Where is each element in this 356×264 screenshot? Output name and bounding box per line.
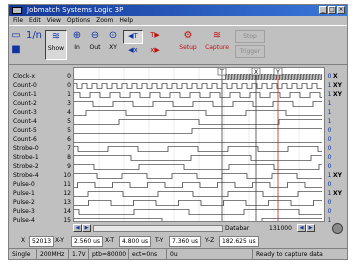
title-bar: Jobmatch Systems Logic 3P _ □ × — [9, 5, 347, 16]
x-label: X — [21, 237, 26, 244]
status-pos: 0u — [167, 249, 253, 260]
one-to-n-icon: 1/n — [25, 30, 43, 41]
cursor-x-left-button[interactable]: ◀x — [123, 45, 143, 58]
arrow-left-icon: ◀x — [128, 46, 138, 54]
waveform-trace — [74, 101, 322, 107]
waveform-trace — [224, 74, 322, 80]
trigger-button[interactable]: Trigger — [235, 45, 265, 58]
waveform-trace — [74, 209, 322, 215]
status-ect: ect=0ns — [129, 249, 167, 260]
window-title: Jobmatch Systems Logic 3P — [27, 6, 124, 14]
menu-zoom[interactable]: Zoom — [96, 17, 113, 24]
zoom-in-button[interactable]: ⊕ In — [69, 30, 85, 60]
xt-value: 4.800 us — [119, 236, 152, 247]
waveform-trace — [74, 155, 322, 161]
zoom-xy-button[interactable]: ⊙ XY — [105, 30, 121, 60]
folder-icon: ▭ — [11, 30, 21, 41]
cursor-tag-label: T — [219, 69, 224, 76]
app-window: Jobmatch Systems Logic 3P _ □ × File Edit… — [8, 4, 348, 260]
app-icon — [12, 7, 22, 14]
channel-label[interactable]: Pulse-4 — [11, 216, 55, 226]
zoom-xy-icon: ⊙ — [108, 30, 118, 41]
waveform-trace — [74, 92, 322, 98]
status-bar: Single 200MHz 1.7V ptb=80000 ect=0ns 0u … — [9, 248, 347, 260]
show-button[interactable]: ≋ Show — [45, 30, 67, 60]
status-light — [332, 223, 343, 234]
save-button[interactable]: ■ — [11, 44, 21, 56]
waveform-trace — [74, 191, 322, 197]
arrow-right-icon: x▶ — [150, 46, 160, 54]
waveform-display[interactable]: TXY — [73, 67, 325, 224]
one-to-n-button[interactable]: 1/n — [25, 30, 43, 60]
stop-button[interactable]: Stop — [235, 30, 265, 43]
minimize-button[interactable]: _ — [319, 6, 327, 14]
maximize-button[interactable]: □ — [328, 6, 336, 14]
cursor-t-left-button[interactable]: ◀T — [123, 30, 143, 44]
menu-help[interactable]: Help — [119, 17, 133, 24]
arrow-right-icon: T▶ — [150, 31, 160, 39]
channel-number: 15 — [63, 217, 71, 224]
ty-label: T-Y — [155, 237, 164, 244]
waveform-trace — [74, 119, 322, 125]
waveform-trace — [74, 218, 322, 224]
menu-options[interactable]: Options — [67, 17, 90, 24]
menu-file[interactable]: File — [13, 17, 23, 24]
setup-button[interactable]: ⚙ Setup — [177, 30, 199, 60]
status-mode: Single — [9, 249, 37, 260]
waveform-trace — [74, 110, 322, 116]
zoom-in-icon: ⊕ — [72, 30, 82, 41]
waveform-trace — [74, 128, 322, 134]
status-ptb: ptb=80000 — [89, 249, 129, 260]
scroll-track[interactable] — [93, 225, 223, 232]
capture-button[interactable]: ≋ Capture — [203, 30, 231, 60]
cursor-x-right-button[interactable]: x▶ — [145, 45, 165, 58]
channel-labels: Clock-x 0 Count-0 0 Count-1 1 Count-2 3 Count-3 4… — [11, 67, 71, 226]
xy-value: 2.560 us — [71, 236, 104, 247]
horizontal-scrollbar[interactable]: ◀ ▶ Databar 131000 ◀ ▶ — [73, 224, 325, 233]
cursor-t-right-button[interactable]: T▶ — [145, 30, 165, 44]
zoom-out-icon: ⊖ — [90, 30, 100, 41]
sample-count: 131000 — [269, 225, 292, 232]
scroll-left-icon[interactable]: ◀ — [73, 224, 82, 232]
channel-values: 0 X 1 XY 1 XY 1 1 1 0 0 0 0 0 1 XY 0 1 XY 0 0 1 — [327, 67, 347, 224]
cursor-tag-label: X — [254, 69, 258, 76]
waveform-trace — [74, 164, 322, 170]
cursor-readout: X 52013 X-Y 2.560 us X-T 4.800 us T-Y 7.… — [9, 235, 347, 247]
xt-label: X-T — [105, 237, 115, 244]
waveform-trace — [74, 200, 322, 206]
disk-icon: ■ — [11, 44, 21, 55]
capture-icon: ≋ — [212, 30, 222, 41]
waveform-trace — [74, 83, 322, 89]
xy-label: X-Y — [55, 237, 64, 244]
close-button[interactable]: × — [337, 6, 345, 14]
count-left-icon[interactable]: ◀ — [297, 224, 306, 232]
scroll-right-icon[interactable]: ▶ — [82, 224, 91, 232]
status-rate: 200MHz — [37, 249, 69, 260]
waveform-trace — [74, 146, 322, 152]
count-right-icon[interactable]: ▶ — [306, 224, 315, 232]
menu-view[interactable]: View — [47, 17, 61, 24]
status-volt: 1.7V — [69, 249, 89, 260]
menu-edit[interactable]: Edit — [29, 17, 41, 24]
menu-bar: File Edit View Options Zoom Help — [9, 16, 347, 25]
toolbar: ▭ ■ 1/n ≋ Show ⊕ In ⊖ Out ⊙ XY ◀T ◀x T▶ x▶ ⚙… — [9, 25, 347, 65]
waveform-trace — [74, 182, 322, 188]
ty-value: 7.360 us — [169, 236, 202, 247]
waveform-trace — [74, 173, 322, 179]
arrow-left-icon: ◀T — [128, 32, 138, 40]
setup-icon: ⚙ — [183, 30, 193, 41]
x-value: 52013 — [29, 236, 55, 247]
show-icon: ≋ — [51, 31, 61, 42]
cursor-tag-label: Y — [275, 69, 280, 76]
channel-value: 1 — [327, 217, 332, 224]
yz-value: 182.625 us — [219, 236, 259, 247]
databar-label: Databar — [225, 225, 250, 232]
waveform-panel[interactable]: TXY — [73, 67, 325, 224]
status-message: Ready to capture data — [256, 251, 323, 258]
zoom-out-button[interactable]: ⊖ Out — [87, 30, 103, 60]
yz-label: Y-Z — [205, 237, 215, 244]
